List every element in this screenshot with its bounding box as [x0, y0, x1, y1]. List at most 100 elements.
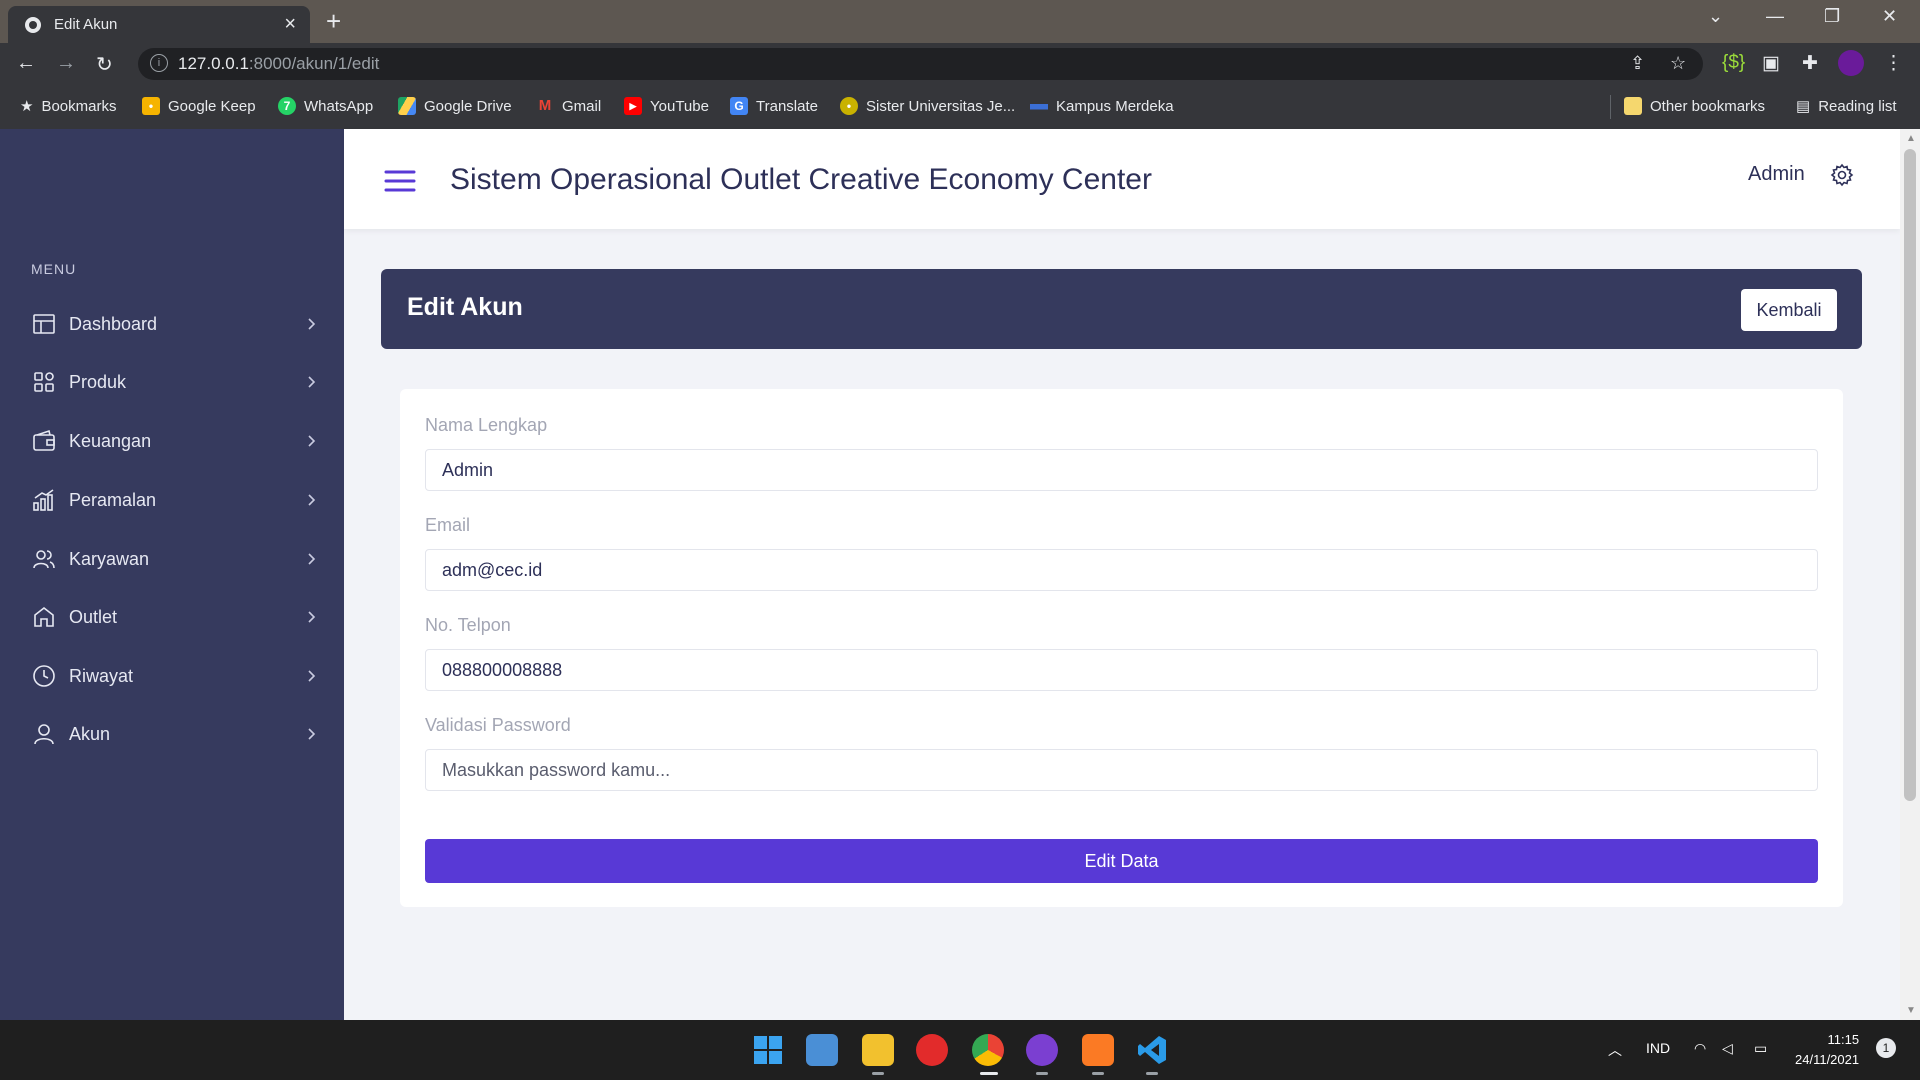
bookmark-sister-universitas[interactable]: • Sister Universitas Je...: [840, 97, 1015, 115]
wifi-icon[interactable]: ◠: [1694, 1040, 1706, 1057]
share-icon[interactable]: ⇪: [1630, 53, 1645, 74]
email-label: Email: [425, 515, 471, 535]
users-icon: [31, 546, 57, 572]
clock-icon: [31, 663, 57, 689]
google-keep-icon: •: [142, 97, 160, 115]
kampus-merdeka-icon: [1030, 97, 1048, 115]
system-clock[interactable]: 11:15 24/11/2021: [1795, 1030, 1859, 1070]
chevron-right-icon: [308, 670, 316, 682]
name-field[interactable]: [425, 449, 1818, 491]
reading-list[interactable]: ▤ Reading list: [1796, 97, 1897, 116]
site-info-icon[interactable]: i: [150, 54, 168, 72]
scroll-up-icon[interactable]: ▲: [1906, 133, 1916, 144]
battery-icon[interactable]: ▭: [1754, 1040, 1767, 1057]
gear-icon[interactable]: [1830, 163, 1854, 187]
github-desktop-icon[interactable]: [1026, 1034, 1058, 1066]
chevron-right-icon: [308, 318, 316, 330]
close-window-icon[interactable]: ✕: [1882, 6, 1897, 27]
user-name[interactable]: Admin: [1748, 163, 1805, 186]
bookmark-kampus-merdeka[interactable]: Kampus Merdeka: [1030, 97, 1174, 115]
page-scrollbar[interactable]: ▲ ▼: [1900, 129, 1920, 1020]
name-label: Nama Lengkap: [425, 415, 548, 435]
chevron-right-icon: [308, 611, 316, 623]
back-arrow-icon[interactable]: ←: [16, 52, 36, 75]
language-indicator[interactable]: IND: [1646, 1040, 1670, 1056]
media-icon[interactable]: ▣: [1762, 52, 1780, 75]
edit-data-button[interactable]: Edit Data: [425, 839, 1818, 883]
bookmark-bookmarks[interactable]: ★ Bookmarks: [20, 97, 116, 116]
windows-taskbar: ︿ IND ◠ ◁ ▭ 11:15 24/11/2021 1: [0, 1020, 1920, 1080]
vscode-icon[interactable]: [1136, 1034, 1168, 1066]
sidebar-item-produk[interactable]: Produk: [31, 362, 321, 402]
app-header: Sistem Operasional Outlet Creative Econo…: [344, 129, 1900, 229]
close-tab-icon[interactable]: ×: [284, 13, 296, 36]
bookmark-google-drive[interactable]: Google Drive: [398, 97, 512, 115]
sidebar-item-peramalan[interactable]: Peramalan: [31, 480, 321, 520]
translate-icon: G: [730, 97, 748, 115]
reading-list-icon: ▤: [1796, 98, 1811, 115]
minimize-icon[interactable]: —: [1766, 6, 1784, 27]
page-title: Edit Akun: [407, 293, 523, 321]
restore-icon[interactable]: ❐: [1824, 6, 1840, 27]
chevron-right-icon: [308, 494, 316, 506]
gmail-icon: M: [538, 97, 552, 114]
sidebar-item-riwayat[interactable]: Riwayat: [31, 656, 321, 696]
chrome-icon[interactable]: [972, 1034, 1004, 1066]
sidebar-item-keuangan[interactable]: Keuangan: [31, 421, 321, 461]
media-player-icon[interactable]: [916, 1034, 948, 1066]
scroll-down-icon[interactable]: ▼: [1906, 1005, 1916, 1016]
browser-menu-icon[interactable]: ⋮: [1884, 52, 1903, 75]
bookmark-whatsapp[interactable]: 7 WhatsApp: [278, 97, 373, 115]
password-field[interactable]: [425, 749, 1818, 791]
back-button[interactable]: Kembali: [1741, 289, 1837, 331]
chevron-up-icon[interactable]: ︿: [1608, 1040, 1622, 1060]
phone-label: No. Telpon: [425, 615, 511, 635]
notification-badge[interactable]: 1: [1876, 1038, 1896, 1058]
control-panel-icon[interactable]: [806, 1034, 838, 1066]
wallet-icon: [31, 428, 57, 454]
profile-avatar[interactable]: [1838, 50, 1864, 76]
tab-search-icon[interactable]: ⌄: [1708, 6, 1723, 27]
running-indicator: [1036, 1072, 1048, 1075]
bookmark-translate[interactable]: G Translate: [730, 97, 818, 115]
email-field[interactable]: [425, 549, 1818, 591]
file-explorer-icon[interactable]: [862, 1034, 894, 1066]
sidebar-item-karyawan[interactable]: Karyawan: [31, 539, 321, 579]
browser-tab[interactable]: Edit Akun ×: [8, 6, 310, 43]
user-icon: [31, 721, 57, 747]
phone-field[interactable]: [425, 649, 1818, 691]
sidebar-item-outlet[interactable]: Outlet: [31, 597, 321, 637]
bookmark-google-keep[interactable]: • Google Keep: [142, 97, 256, 115]
browser-tab-strip: Edit Akun × + ⌄ — ❐ ✕: [0, 0, 1920, 43]
start-icon[interactable]: [752, 1034, 784, 1066]
other-bookmarks[interactable]: Other bookmarks: [1624, 97, 1765, 115]
xampp-icon[interactable]: [1082, 1034, 1114, 1066]
extensions-puzzle-icon[interactable]: ✚: [1802, 52, 1818, 75]
hamburger-menu-icon[interactable]: [384, 169, 416, 193]
address-bar[interactable]: i 127.0.0.1:8000/akun/1/edit ⇪ ☆: [138, 48, 1703, 80]
menu-label: MENU: [31, 261, 77, 277]
page-title-bar: Edit Akun Kembali: [381, 269, 1862, 349]
sidebar-item-akun[interactable]: Akun: [31, 714, 321, 754]
edit-account-form: Nama Lengkap Email No. Telpon Validasi P…: [400, 389, 1843, 907]
new-tab-icon[interactable]: +: [326, 6, 341, 37]
grid-icon: [31, 369, 57, 395]
home-icon: [31, 604, 57, 630]
chart-icon: [31, 487, 57, 513]
bookmark-star-icon[interactable]: ☆: [1670, 53, 1686, 74]
address-toolbar: ← → ↻ i 127.0.0.1:8000/akun/1/edit ⇪ ☆ {…: [0, 43, 1920, 85]
sidebar-item-dashboard[interactable]: Dashboard: [31, 304, 321, 344]
volume-icon[interactable]: ◁: [1722, 1040, 1733, 1057]
reload-icon[interactable]: ↻: [96, 52, 113, 77]
star-icon: ★: [20, 98, 34, 115]
app-title: Sistem Operasional Outlet Creative Econo…: [450, 163, 1152, 196]
chevron-right-icon: [308, 553, 316, 565]
bookmark-gmail[interactable]: M Gmail: [536, 97, 601, 115]
active-indicator: [980, 1072, 998, 1075]
running-indicator: [872, 1072, 884, 1075]
forward-arrow-icon[interactable]: →: [56, 52, 76, 75]
bookmark-youtube[interactable]: ▶ YouTube: [624, 97, 709, 115]
extension-brackets-icon[interactable]: {$}: [1722, 52, 1745, 74]
scrollbar-thumb[interactable]: [1904, 149, 1916, 801]
sidebar: MENU Dashboard Produk Keuangan Peramalan…: [0, 129, 344, 1020]
